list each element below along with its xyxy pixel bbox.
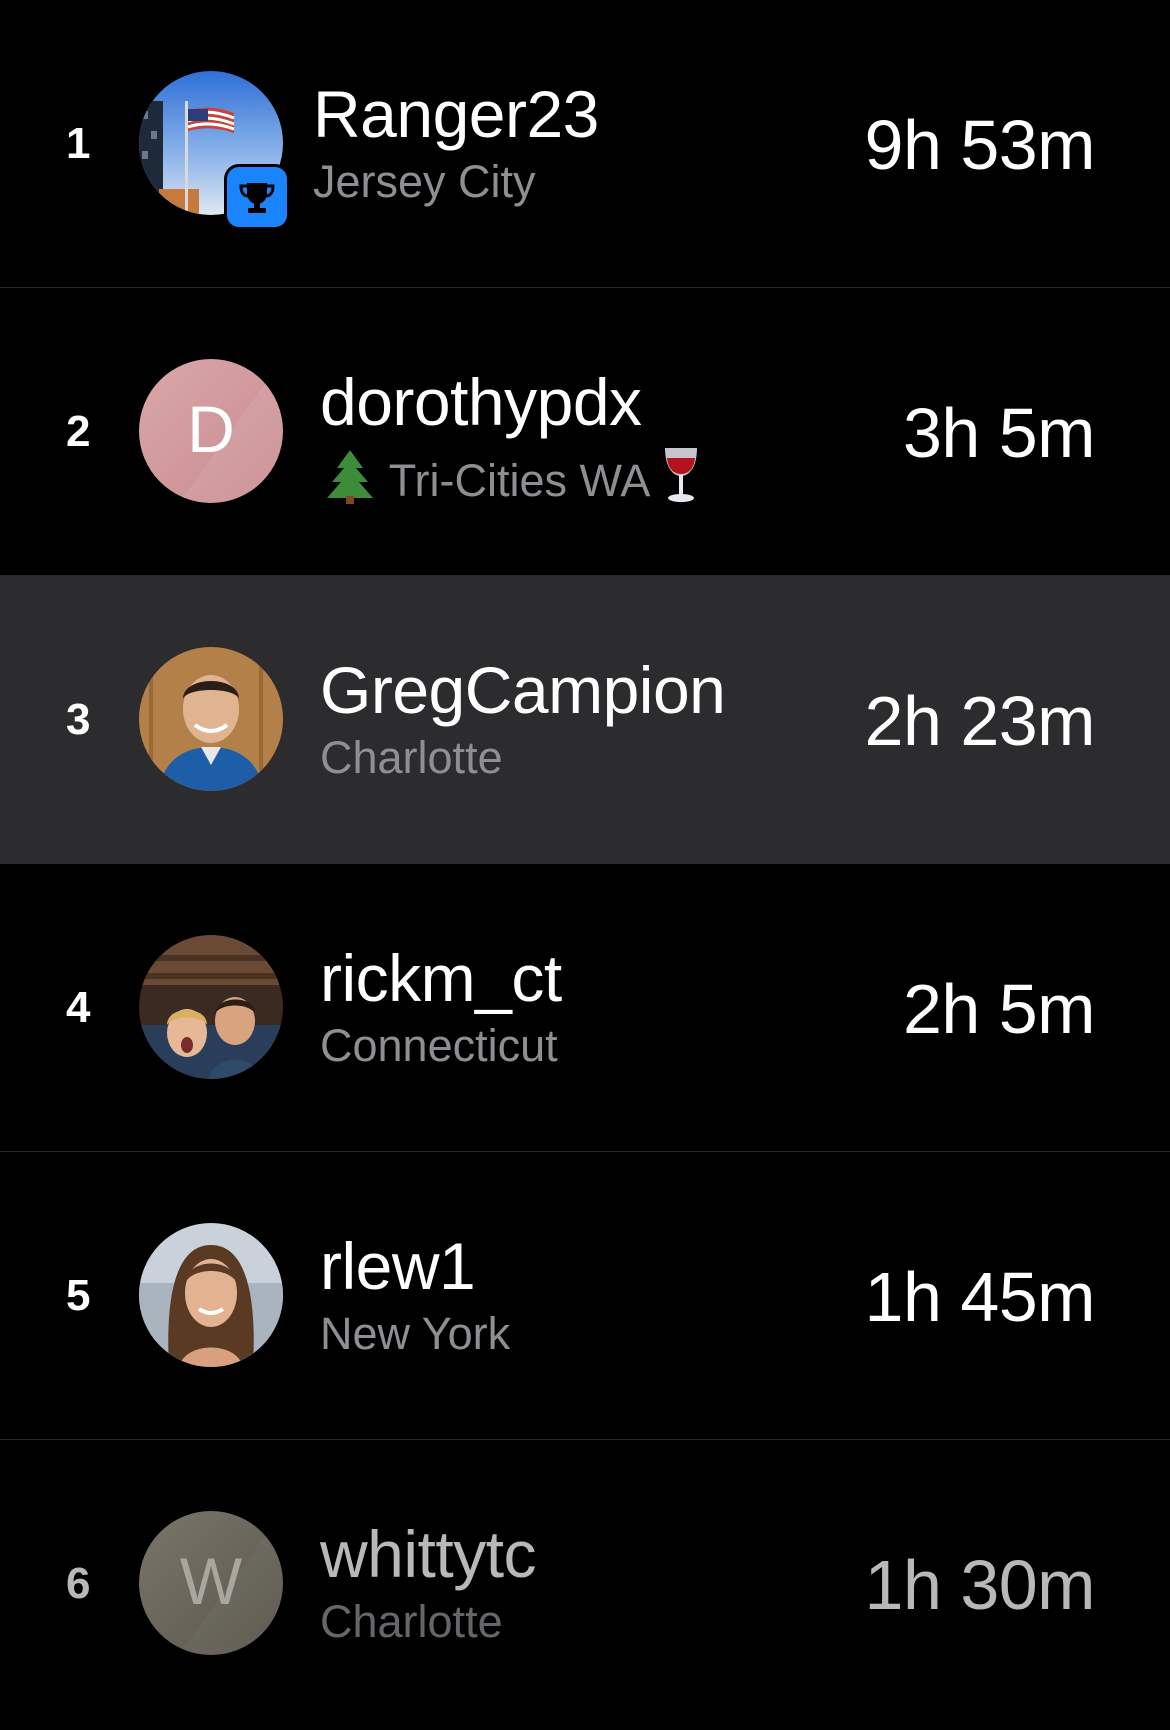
location: Jersey City	[313, 156, 536, 207]
username: GregCampion	[320, 653, 726, 727]
avatar[interactable]	[139, 1223, 283, 1367]
leaderboard-row-4[interactable]: 4 rickm_ct Connecticut 2h 5m	[0, 864, 1170, 1152]
location: Charlotte	[320, 1596, 503, 1647]
evergreen-tree-icon	[323, 448, 377, 515]
leaderboard-row-1[interactable]: 1 Ranger23 Jersey City 9h 53m	[0, 0, 1170, 288]
trophy-badge	[227, 167, 287, 227]
avatar-initial: W	[180, 1544, 243, 1618]
wine-glass-icon	[660, 444, 702, 515]
avatar[interactable]	[139, 935, 283, 1079]
time-value: 1h 30m	[864, 1546, 1096, 1624]
avatar-initial: D	[187, 392, 235, 466]
portrait-photo-avatar	[139, 1223, 283, 1367]
leaderboard-row-5[interactable]: 5 rlew1 New York 1h 45m	[0, 1152, 1170, 1440]
rank-number: 5	[66, 1271, 91, 1320]
username: rickm_ct	[320, 941, 562, 1015]
username: Ranger23	[313, 77, 599, 151]
rank-number: 6	[66, 1559, 91, 1608]
location: Tri-Cities WA	[323, 444, 702, 515]
portrait-photo-avatar	[139, 647, 283, 791]
rank-number: 2	[66, 407, 91, 456]
leaderboard-row-3[interactable]: 3 GregCampion Charlotte 2h 23m	[0, 576, 1170, 864]
time-value: 2h 23m	[864, 682, 1096, 760]
leaderboard-list: 1 Ranger23 Jersey City 9h 53m 2 D doroth…	[0, 0, 1170, 1715]
rank-number: 4	[66, 983, 91, 1032]
avatar[interactable]: D	[139, 359, 283, 503]
location: Connecticut	[320, 1020, 558, 1071]
initial-avatar: W	[139, 1511, 283, 1655]
time-value: 3h 5m	[902, 394, 1096, 472]
rank-number: 1	[66, 119, 91, 168]
family-photo-avatar	[139, 935, 283, 1079]
username: whittytc	[320, 1517, 537, 1591]
time-value: 9h 53m	[864, 106, 1096, 184]
leaderboard-row-2[interactable]: 2 D dorothypdx Tri-Cities WA 3h 5m	[0, 288, 1170, 576]
rank-number: 3	[66, 695, 91, 744]
time-value: 1h 45m	[864, 1258, 1096, 1336]
leaderboard-row-6[interactable]: 6 W whittytc Charlotte 1h 30m	[0, 1440, 1170, 1728]
username: dorothypdx	[320, 365, 642, 439]
location-text: Tri-Cities WA	[388, 455, 648, 506]
initial-avatar: D	[139, 359, 283, 503]
location: New York	[320, 1308, 511, 1359]
avatar[interactable]	[139, 647, 283, 791]
time-value: 2h 5m	[902, 970, 1096, 1048]
location: Charlotte	[320, 732, 503, 783]
trophy-icon	[239, 183, 275, 213]
avatar[interactable]: W	[139, 1511, 283, 1655]
username: rlew1	[320, 1229, 476, 1303]
